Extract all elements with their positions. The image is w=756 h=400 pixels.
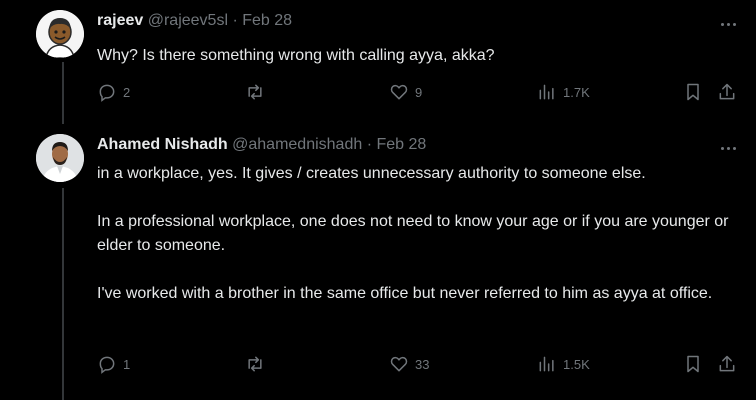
reply-button[interactable]: 1 bbox=[97, 352, 130, 376]
views-icon bbox=[539, 356, 554, 372]
views-button[interactable]: 1.5K bbox=[537, 352, 590, 376]
retweet-button[interactable] bbox=[245, 352, 271, 376]
heart-icon bbox=[390, 356, 408, 372]
views-count: 1.7K bbox=[563, 84, 590, 100]
more-icon-dot bbox=[726, 22, 730, 26]
share-button[interactable] bbox=[717, 352, 737, 376]
more-icon-dot bbox=[732, 22, 736, 26]
avatar[interactable] bbox=[36, 10, 84, 58]
avatar-photo-icon bbox=[36, 134, 84, 182]
retweet-icon bbox=[248, 356, 262, 372]
tweet-actions: 2 9 1.7K bbox=[97, 80, 737, 104]
author-handle[interactable]: @rajeev5sl bbox=[148, 12, 228, 29]
separator-dot: · bbox=[232, 12, 238, 29]
retweet-icon bbox=[248, 84, 262, 100]
share-icon bbox=[719, 355, 735, 372]
author-name[interactable]: rajeev bbox=[97, 12, 143, 29]
like-count: 33 bbox=[415, 356, 430, 372]
more-icon-dot bbox=[726, 146, 730, 150]
reply-count: 2 bbox=[123, 84, 131, 100]
reply-icon bbox=[99, 84, 115, 102]
tweet-actions: 1 33 1.5K bbox=[97, 352, 737, 376]
tweet-date[interactable]: Feb 28 bbox=[242, 12, 292, 29]
separator-dot: · bbox=[366, 136, 373, 153]
bookmark-button[interactable] bbox=[683, 80, 703, 104]
tweet-header: Ahamed Nishadh @ahamednishadh · Feb 28 bbox=[97, 136, 426, 154]
views-icon bbox=[539, 84, 554, 100]
tweet-text: in a workplace, yes. It gives / creates … bbox=[97, 162, 747, 306]
bookmark-icon bbox=[687, 355, 699, 373]
author-handle[interactable]: @ahamednishadh bbox=[232, 136, 362, 153]
views-count: 1.5K bbox=[563, 356, 590, 372]
reply-button[interactable]: 2 bbox=[97, 80, 130, 104]
share-button[interactable] bbox=[717, 80, 737, 104]
tweet-ahamed-nishadh[interactable]: Ahamed Nishadh @ahamednishadh · Feb 28 i… bbox=[0, 124, 756, 400]
tweet-paragraph: Why? Is there something wrong with calli… bbox=[97, 47, 495, 64]
tweet-rajeev[interactable]: rajeev @rajeev5sl · Feb 28 Why? Is there… bbox=[0, 0, 756, 116]
bookmark-icon bbox=[687, 83, 699, 101]
tweet-date[interactable]: Feb 28 bbox=[376, 136, 426, 153]
reply-count: 1 bbox=[123, 356, 131, 372]
author-name[interactable]: Ahamed Nishadh bbox=[97, 136, 228, 153]
tweet-paragraph: In a professional workplace, one does no… bbox=[97, 213, 729, 254]
more-icon-dot bbox=[720, 22, 724, 26]
like-count: 9 bbox=[415, 84, 423, 100]
avatar-cartoon-icon bbox=[36, 10, 84, 58]
retweet-button[interactable] bbox=[245, 80, 271, 104]
more-icon-dot bbox=[720, 146, 724, 150]
avatar[interactable] bbox=[36, 134, 84, 182]
views-button[interactable]: 1.7K bbox=[537, 80, 590, 104]
tweet-paragraph: I've worked with a brother in the same o… bbox=[97, 285, 713, 302]
like-button[interactable]: 33 bbox=[389, 352, 429, 376]
tweet-text: Why? Is there something wrong with calli… bbox=[97, 44, 747, 68]
heart-icon bbox=[390, 84, 408, 100]
more-button[interactable] bbox=[714, 138, 742, 158]
share-icon bbox=[719, 83, 735, 100]
bookmark-button[interactable] bbox=[683, 352, 703, 376]
tweet-header: rajeev @rajeev5sl · Feb 28 bbox=[97, 12, 292, 30]
like-button[interactable]: 9 bbox=[389, 80, 422, 104]
more-icon-dot bbox=[732, 146, 736, 150]
more-button[interactable] bbox=[714, 14, 742, 34]
reply-icon bbox=[99, 356, 115, 374]
tweet-paragraph: in a workplace, yes. It gives / creates … bbox=[97, 165, 646, 182]
